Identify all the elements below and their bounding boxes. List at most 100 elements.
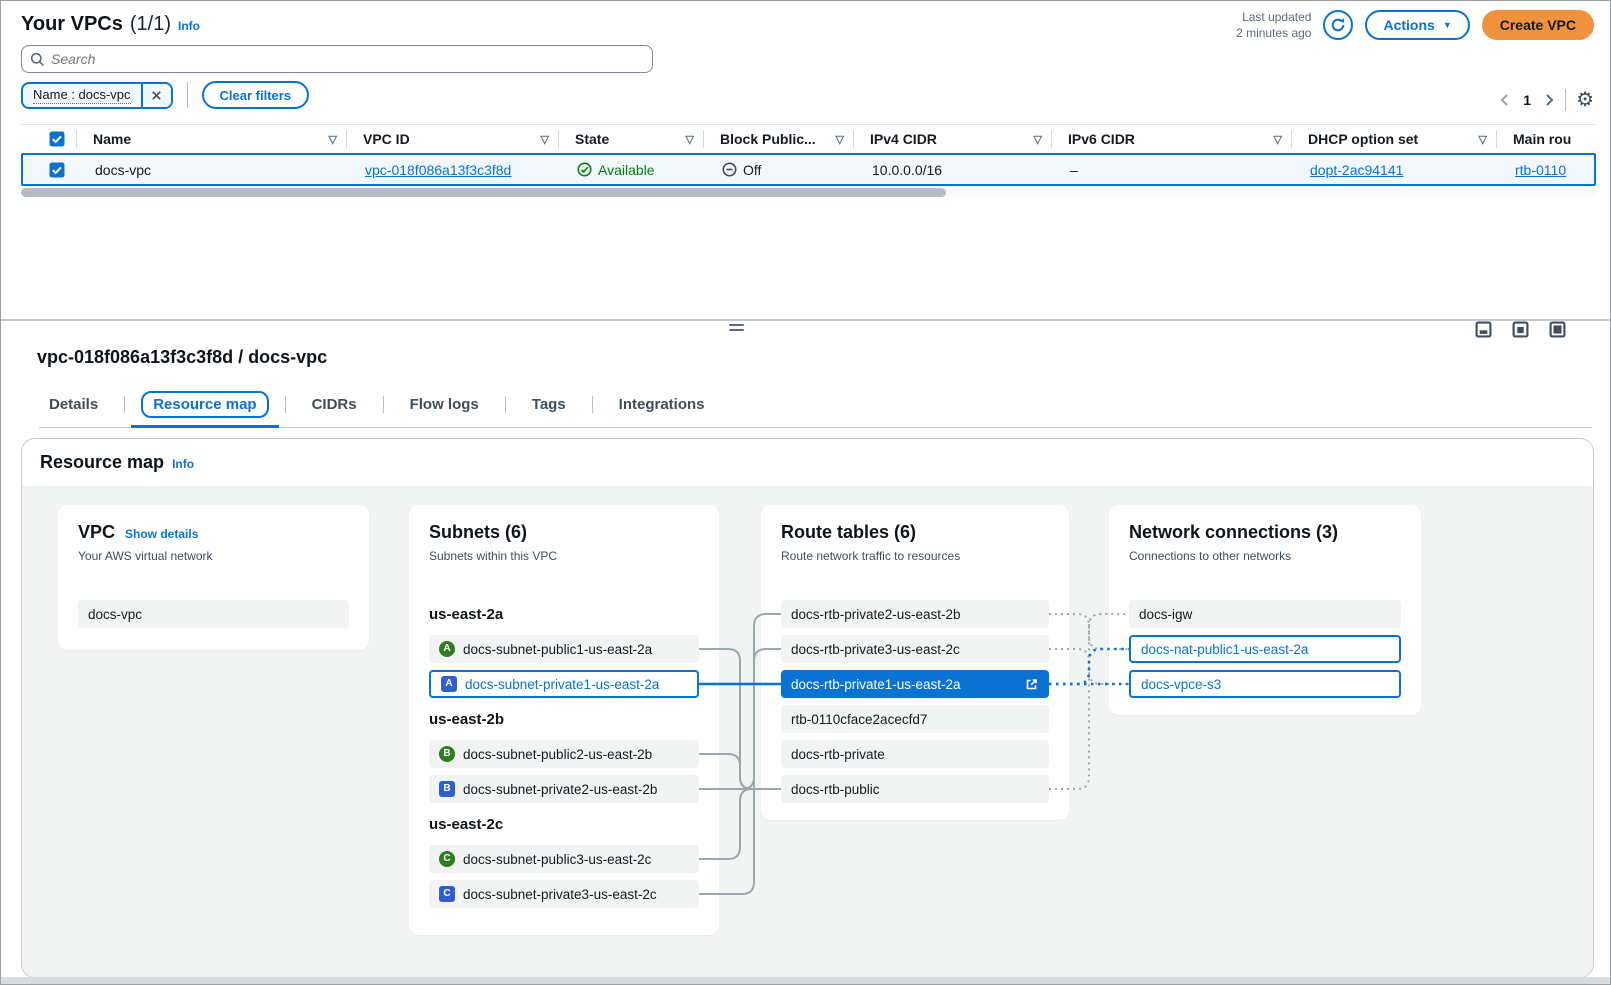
horizontal-scrollbar-thumb[interactable] <box>21 188 946 197</box>
rm-item-docs-subnet-private2-us-east-2b[interactable]: Bdocs-subnet-private2-us-east-2b <box>429 775 699 803</box>
filter-chip-dismiss-button[interactable] <box>141 84 171 107</box>
cell-vpc-id: vpc-018f086a13f3c3f8d <box>349 162 561 178</box>
rm-item-docs-vpce-s3[interactable]: docs-vpce-s3 <box>1129 670 1401 698</box>
next-page-button[interactable] <box>1543 93 1555 107</box>
filter-chip: Name : docs-vpc <box>21 82 173 109</box>
status-available-icon <box>577 162 592 177</box>
public-subnet-badge: C <box>439 851 455 867</box>
private-subnet-badge: B <box>439 781 455 797</box>
actions-button[interactable]: Actions ▼ <box>1365 10 1469 40</box>
rm-item-docs-subnet-public1-us-east-2a[interactable]: Adocs-subnet-public1-us-east-2a <box>429 635 699 663</box>
cell-main-route-table-link[interactable]: rtb-0110 <box>1515 162 1566 178</box>
show-details-link[interactable]: Show details <box>125 527 198 541</box>
close-icon <box>150 89 163 102</box>
refresh-button[interactable] <box>1323 10 1353 40</box>
resource-map-header: Resource map Info <box>40 452 194 473</box>
rm-column-subtitle: Your AWS virtual network <box>78 549 349 563</box>
resource-map-title: Resource map <box>40 452 164 473</box>
tab-cidrs[interactable]: CIDRs <box>286 381 383 427</box>
settings-gear-icon[interactable]: ⚙ <box>1576 90 1594 110</box>
tab-integrations[interactable]: Integrations <box>593 381 731 427</box>
cell-ipv6-cidr: – <box>1054 162 1294 178</box>
row-checkbox[interactable] <box>23 162 79 178</box>
rm-column-subnets: Subnets (6)Subnets within this VPCus-eas… <box>409 505 719 935</box>
rm-item-docs-subnet-private3-us-east-2c[interactable]: Cdocs-subnet-private3-us-east-2c <box>429 880 699 908</box>
rm-column-subtitle: Connections to other networks <box>1129 549 1401 563</box>
rm-item-docs-rtb-public[interactable]: docs-rtb-public <box>781 775 1049 803</box>
split-panel-divider <box>1 319 1610 321</box>
pagination: 1 ⚙ <box>1499 89 1594 111</box>
cell-dhcp-option-set: dopt-2ac94141 <box>1294 162 1499 178</box>
clear-filters-button[interactable]: Clear filters <box>202 81 310 109</box>
cell-name: docs-vpc <box>79 162 349 178</box>
split-panel-drag-handle[interactable] <box>729 324 744 334</box>
last-updated-text: Last updated 2 minutes ago <box>1236 9 1311 41</box>
column-header-ipv6-cidr[interactable]: IPv6 CIDR▽ <box>1052 125 1292 153</box>
panel-layout-full-icon[interactable] <box>1549 321 1566 338</box>
rm-item-docs-rtb-private3-us-east-2c[interactable]: docs-rtb-private3-us-east-2c <box>781 635 1049 663</box>
column-filter-icon[interactable]: ▽ <box>541 133 549 146</box>
rm-column-subtitle: Subnets within this VPC <box>429 549 699 563</box>
current-page[interactable]: 1 <box>1521 92 1533 108</box>
rm-item-docs-nat-public1-us-east-2a[interactable]: docs-nat-public1-us-east-2a <box>1129 635 1401 663</box>
column-header-ipv4-cidr[interactable]: IPv4 CIDR▽ <box>854 125 1052 153</box>
column-header-main-rou[interactable]: Main rou <box>1497 125 1596 153</box>
rm-item-rtb-0110cface2acecfd7[interactable]: rtb-0110cface2acecfd7 <box>781 705 1049 733</box>
cell-dhcp-option-set-link[interactable]: dopt-2ac94141 <box>1310 162 1403 178</box>
rm-item-docs-subnet-public3-us-east-2c[interactable]: Cdocs-subnet-public3-us-east-2c <box>429 845 699 873</box>
column-filter-icon[interactable]: ▽ <box>1034 133 1042 146</box>
column-header-name[interactable]: Name▽ <box>77 125 347 153</box>
header-actions: Last updated 2 minutes ago Actions ▼ Cre… <box>1236 9 1594 41</box>
private-subnet-badge: A <box>441 676 457 692</box>
rm-item-docs-vpc[interactable]: docs-vpc <box>78 600 349 628</box>
filter-row: Name : docs-vpc Clear filters <box>21 81 309 109</box>
column-filter-icon[interactable]: ▽ <box>686 133 694 146</box>
page-header: Your VPCs (1/1) Info <box>21 13 200 36</box>
rm-item-docs-subnet-private1-us-east-2a[interactable]: Adocs-subnet-private1-us-east-2a <box>429 670 699 698</box>
cell-ipv4-cidr: 10.0.0.0/16 <box>856 162 1054 178</box>
column-header-dhcp-option-set[interactable]: DHCP option set▽ <box>1292 125 1497 153</box>
column-header-state[interactable]: State▽ <box>559 125 704 153</box>
column-filter-icon[interactable]: ▽ <box>836 133 844 146</box>
column-header-block-public[interactable]: Block Public...▽ <box>704 125 854 153</box>
search-input[interactable] <box>51 51 644 67</box>
panel-layout-half-icon[interactable] <box>1512 321 1529 338</box>
info-link[interactable]: Info <box>178 19 200 33</box>
column-filter-icon[interactable]: ▽ <box>1479 133 1487 146</box>
create-vpc-button[interactable]: Create VPC <box>1482 10 1594 40</box>
rm-item-docs-rtb-private1-us-east-2a[interactable]: docs-rtb-private1-us-east-2a <box>781 670 1049 698</box>
resource-map-canvas: VPCShow detailsYour AWS virtual networkd… <box>22 486 1593 977</box>
divider <box>1565 89 1566 111</box>
select-all-checkbox[interactable] <box>21 125 77 153</box>
vpc-table: Name▽VPC ID▽State▽Block Public...▽IPv4 C… <box>21 124 1596 186</box>
panel-layout-bottom-icon[interactable] <box>1475 321 1492 338</box>
resource-map-info-link[interactable]: Info <box>172 457 194 471</box>
prev-page-button[interactable] <box>1499 93 1511 107</box>
rm-column-subtitle: Route network traffic to resources <box>781 549 1049 563</box>
cell-vpc-id-link[interactable]: vpc-018f086a13f3c3f8d <box>365 162 511 178</box>
tab-flow-logs[interactable]: Flow logs <box>384 381 505 427</box>
rm-item-docs-subnet-public2-us-east-2b[interactable]: Bdocs-subnet-public2-us-east-2b <box>429 740 699 768</box>
filter-chip-label: Name : docs-vpc <box>23 84 141 107</box>
rm-item-docs-igw[interactable]: docs-igw <box>1129 600 1401 628</box>
rm-item-docs-rtb-private[interactable]: docs-rtb-private <box>781 740 1049 768</box>
column-header-vpc-id[interactable]: VPC ID▽ <box>347 125 559 153</box>
tab-details[interactable]: Details <box>39 381 124 427</box>
search-box[interactable] <box>21 45 653 73</box>
public-subnet-badge: B <box>439 746 455 762</box>
tab-tags[interactable]: Tags <box>506 381 592 427</box>
rm-item-docs-rtb-private2-us-east-2b[interactable]: docs-rtb-private2-us-east-2b <box>781 600 1049 628</box>
table-header-row: Name▽VPC ID▽State▽Block Public...▽IPv4 C… <box>21 124 1596 153</box>
column-filter-icon[interactable]: ▽ <box>329 133 337 146</box>
tab-resource-map[interactable]: Resource map <box>125 381 284 427</box>
cell-block-public-access: Off <box>706 162 856 178</box>
column-filter-icon[interactable]: ▽ <box>1274 133 1282 146</box>
table-row[interactable]: docs-vpcvpc-018f086a13f3c3f8dAvailableOf… <box>21 153 1596 186</box>
refresh-icon <box>1330 17 1346 33</box>
rm-column-title: Network connections (3) <box>1129 521 1338 543</box>
page-title: Your VPCs <box>21 13 123 36</box>
external-link-icon <box>1024 677 1039 692</box>
public-subnet-badge: A <box>439 641 455 657</box>
rm-column-title: Route tables (6) <box>781 521 916 543</box>
caret-down-icon: ▼ <box>1443 21 1452 30</box>
